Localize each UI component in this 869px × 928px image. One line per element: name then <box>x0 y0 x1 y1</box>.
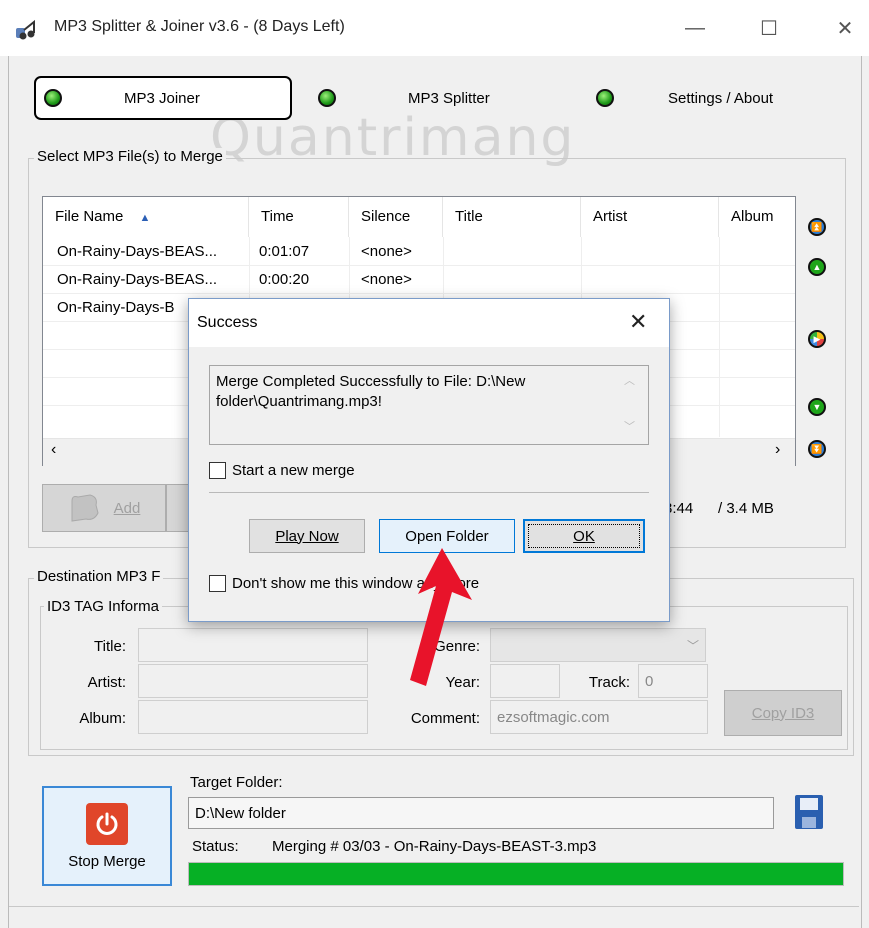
column-header-silence[interactable]: Silence <box>349 197 443 237</box>
add-button-label: Add <box>113 499 141 517</box>
tab-label: MP3 Joiner <box>124 89 200 107</box>
minimize-button[interactable]: — <box>672 8 718 48</box>
dialog-divider <box>209 492 649 493</box>
tab-mp3-splitter[interactable]: MP3 Splitter <box>318 76 568 120</box>
dialog-title-bar: Success ✕ <box>189 299 669 347</box>
move-bottom-icon[interactable]: ⏬ <box>808 440 826 458</box>
cell-time: 0:00:20 <box>259 271 310 288</box>
album-field[interactable] <box>138 700 368 734</box>
add-file-icon <box>71 494 99 522</box>
start-new-merge-label: Start a new merge <box>232 462 355 479</box>
tab-mp3-joiner[interactable]: MP3 Joiner <box>34 76 292 120</box>
add-button[interactable]: Add <box>42 484 166 532</box>
table-row[interactable]: On-Rainy-Days-BEAS... 0:00:20 <none> <box>43 266 795 294</box>
sort-ascending-icon: ▲ <box>139 212 151 224</box>
dialog-close-icon[interactable]: ✕ <box>629 309 647 335</box>
artist-field[interactable] <box>138 664 368 698</box>
power-icon <box>86 802 128 845</box>
ok-button[interactable]: OK <box>523 519 645 553</box>
status-green-icon <box>596 89 614 107</box>
target-folder-label: Target Folder: <box>190 774 283 791</box>
cell-file-name: On-Rainy-Days-BEAS... <box>57 243 218 260</box>
maximize-button[interactable]: ☐ <box>746 8 792 48</box>
status-label: Status: <box>192 838 239 855</box>
ok-label: OK <box>573 527 595 545</box>
message-box[interactable]: Merge Completed Successfully to File: D:… <box>209 365 649 445</box>
album-label: Album: <box>79 710 126 727</box>
play-icon[interactable]: ▶ <box>808 330 826 348</box>
app-music-note-icon <box>16 19 35 40</box>
move-up-icon[interactable]: ▲ <box>808 258 826 276</box>
annotation-arrow-icon <box>410 548 472 686</box>
track-field[interactable]: 0 <box>638 664 708 698</box>
dialog-title: Success <box>197 314 258 331</box>
scroll-up-icon[interactable]: ︿ <box>624 372 635 388</box>
column-header-title[interactable]: Title <box>443 197 581 237</box>
checkbox-box <box>209 575 226 592</box>
column-header-album[interactable]: Album <box>719 197 795 237</box>
total-size: / 3.4 MB <box>718 500 774 517</box>
scroll-right-icon[interactable]: › <box>775 441 780 459</box>
move-top-icon[interactable]: ⏫ <box>808 218 826 236</box>
cell-silence: <none> <box>361 243 412 260</box>
window-title: MP3 Splitter & Joiner v3.6 - (8 Days Lef… <box>54 18 345 35</box>
comment-field[interactable]: ezsoftmagic.com <box>490 700 708 734</box>
title-bar: MP3 Splitter & Joiner v3.6 - (8 Days Lef… <box>0 0 869 56</box>
scroll-left-icon[interactable]: ‹ <box>51 441 56 459</box>
copy-id3-button[interactable]: Copy ID3 <box>724 690 842 736</box>
artist-label: Artist: <box>87 674 126 691</box>
comment-label: Comment: <box>410 710 480 727</box>
stop-merge-label: Stop Merge <box>68 852 146 870</box>
tab-label: Settings / About <box>668 89 774 107</box>
year-field[interactable] <box>490 664 560 698</box>
chevron-down-icon: ﹀ <box>686 638 699 653</box>
column-header-label: File Name <box>55 208 124 225</box>
play-now-label: Play Now <box>275 527 339 545</box>
copy-id3-label: Copy ID3 <box>751 704 815 722</box>
tab-label: MP3 Splitter <box>408 89 490 107</box>
column-header-artist[interactable]: Artist <box>581 197 719 237</box>
close-button[interactable]: ✕ <box>822 8 868 48</box>
start-new-merge-checkbox[interactable]: Start a new merge <box>209 462 355 479</box>
stop-merge-button[interactable]: Stop Merge <box>42 786 172 886</box>
status-bar-divider <box>9 906 859 907</box>
save-icon[interactable] <box>794 794 824 830</box>
column-header-file-name[interactable]: File Name ▲ <box>43 197 249 237</box>
track-label: Track: <box>588 674 630 691</box>
id3-group-label: ID3 TAG Informa <box>44 598 162 615</box>
destination-group-label: Destination MP3 F <box>34 568 164 585</box>
tab-settings-about[interactable]: Settings / About <box>596 76 816 120</box>
status-value: Merging # 03/03 - On-Rainy-Days-BEAST-3.… <box>272 838 597 855</box>
play-now-button[interactable]: Play Now <box>249 519 365 553</box>
merge-group-label: Select MP3 File(s) to Merge <box>34 148 226 165</box>
status-green-icon <box>44 89 62 107</box>
cell-silence: <none> <box>361 271 412 288</box>
progress-fill <box>189 863 843 885</box>
column-header-time[interactable]: Time <box>249 197 349 237</box>
scroll-down-icon[interactable]: ﹀ <box>624 418 635 434</box>
table-row[interactable]: On-Rainy-Days-BEAS... 0:01:07 <none> <box>43 238 795 266</box>
checkbox-box <box>209 462 226 479</box>
title-field[interactable] <box>138 628 368 662</box>
dialog-message: Merge Completed Successfully to File: D:… <box>216 373 526 410</box>
genre-select[interactable]: ﹀ <box>490 628 706 662</box>
progress-bar <box>188 862 844 886</box>
title-label: Title: <box>94 638 126 655</box>
target-folder-field[interactable]: D:\New folder <box>188 797 774 829</box>
move-down-icon[interactable]: ▼ <box>808 398 826 416</box>
cell-time: 0:01:07 <box>259 243 310 260</box>
cell-file-name: On-Rainy-Days-BEAS... <box>57 271 218 288</box>
status-green-icon <box>318 89 336 107</box>
